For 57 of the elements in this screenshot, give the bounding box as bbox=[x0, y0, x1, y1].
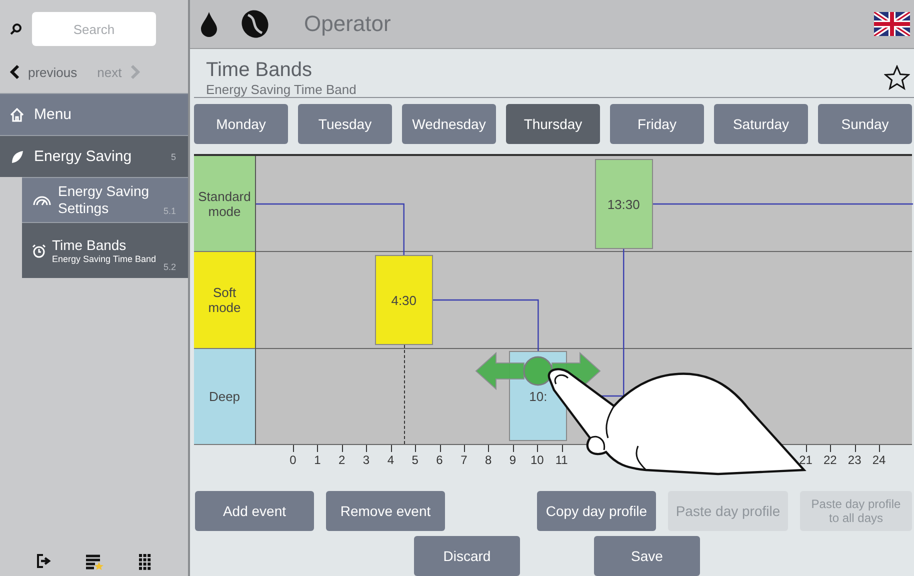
action-button[interactable]: Add event bbox=[195, 491, 314, 531]
day-tab[interactable]: Sunday bbox=[818, 104, 912, 144]
mode-label: Soft mode bbox=[194, 252, 255, 349]
event-block[interactable]: 13:30 bbox=[594, 159, 653, 249]
hour-label: 7 bbox=[460, 453, 468, 467]
hour-label: 8 bbox=[484, 453, 492, 467]
hour-label: 22 bbox=[823, 453, 837, 467]
alarm-clock-icon bbox=[32, 244, 46, 258]
event-block[interactable]: 4:30 bbox=[374, 255, 433, 345]
action-button[interactable]: Copy day profile bbox=[537, 491, 656, 531]
leaf-icon bbox=[10, 150, 24, 164]
chevron-left-icon bbox=[10, 64, 20, 80]
drag-arrows-icon bbox=[474, 349, 602, 393]
hour-label: 2 bbox=[338, 453, 346, 467]
logout-icon[interactable] bbox=[37, 554, 52, 568]
water-drop-icon[interactable] bbox=[200, 11, 218, 37]
hour-label: 1 bbox=[314, 453, 321, 467]
hour-label: 21 bbox=[799, 453, 812, 467]
day-tab[interactable]: Thursday bbox=[506, 104, 600, 144]
day-tab[interactable]: Monday bbox=[194, 104, 288, 144]
day-tab[interactable]: Wednesday bbox=[402, 104, 496, 144]
role-title: Operator bbox=[304, 11, 391, 37]
hour-label: 24 bbox=[872, 453, 886, 467]
hour-label: 6 bbox=[436, 453, 443, 467]
discard-button[interactable]: Discard bbox=[414, 536, 520, 576]
gauge-icon bbox=[32, 194, 52, 206]
keypad-icon[interactable] bbox=[138, 554, 151, 570]
previous-link[interactable]: previous bbox=[10, 64, 78, 80]
hour-label: 0 bbox=[290, 453, 296, 467]
search-icon[interactable] bbox=[10, 23, 22, 35]
action-button[interactable]: Remove event bbox=[326, 491, 445, 531]
page-title: Time Bands bbox=[206, 59, 313, 82]
home-icon bbox=[10, 108, 24, 122]
mode-label: Standard mode bbox=[194, 156, 255, 252]
uk-flag-icon[interactable] bbox=[874, 12, 910, 36]
star-icon[interactable] bbox=[884, 65, 910, 91]
coffee-bean-icon[interactable] bbox=[240, 9, 270, 39]
save-button[interactable]: Save bbox=[594, 536, 700, 576]
day-tab[interactable]: Friday bbox=[610, 104, 704, 144]
hour-label: 23 bbox=[848, 453, 862, 467]
hour-label: 5 bbox=[412, 453, 418, 467]
hour-label: 9 bbox=[509, 453, 516, 467]
hour-label: 4 bbox=[387, 453, 394, 467]
day-tab[interactable]: Tuesday bbox=[298, 104, 392, 144]
day-tab[interactable]: Saturday bbox=[714, 104, 808, 144]
favorites-list-icon[interactable] bbox=[86, 554, 104, 570]
page-subtitle: Energy Saving Time Band bbox=[206, 82, 358, 97]
menu-item[interactable]: Energy Saving 5 bbox=[0, 135, 188, 177]
menu-item[interactable]: Menu bbox=[0, 93, 188, 135]
hour-label: 10 bbox=[530, 453, 544, 467]
hour-label: 3 bbox=[362, 453, 370, 467]
chevron-right-icon bbox=[130, 64, 140, 80]
search-field[interactable]: Search bbox=[32, 12, 156, 46]
mode-label: Deep bbox=[194, 348, 255, 445]
hour-label: 11 bbox=[555, 453, 568, 467]
submenu-item[interactable]: Time Bands Energy Saving Time Band 5.2 bbox=[22, 222, 188, 278]
submenu-item[interactable]: Energy Saving Settings 5.1 bbox=[22, 177, 188, 222]
